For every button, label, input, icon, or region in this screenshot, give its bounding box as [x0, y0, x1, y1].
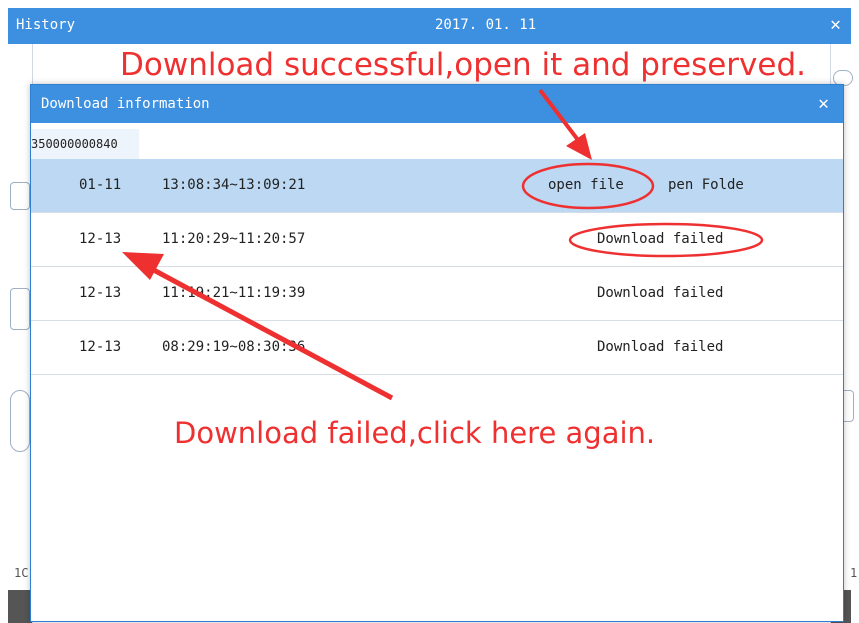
tab-device-id[interactable]: 350000000840: [31, 129, 139, 159]
background-device-icon: [10, 390, 30, 452]
annotation-success-text: Download successful,open it and preserve…: [120, 47, 806, 83]
background-device-icon: [10, 288, 30, 330]
background-device-icon: [10, 182, 30, 210]
table-row[interactable]: 12-13 08:29:19~08:30:36 Download failed: [31, 321, 843, 375]
background-bottom-bar-left: [8, 590, 32, 623]
row-time-range: 11:20:29~11:20:57: [162, 231, 306, 247]
download-list: 01-11 13:08:34~13:09:21 open file pen Fo…: [31, 159, 843, 375]
download-failed-button[interactable]: Download failed: [597, 339, 723, 355]
row-date: 01-11: [79, 177, 122, 193]
history-window-titlebar: History 2017. 01. 11 ✕: [8, 8, 851, 44]
history-window-date: 2017. 01. 11: [435, 17, 537, 33]
open-folder-button[interactable]: pen Folde: [668, 177, 744, 193]
background-left-number: 1C: [14, 566, 29, 580]
open-file-button[interactable]: open file: [548, 177, 624, 193]
row-date: 12-13: [79, 285, 122, 301]
row-date: 12-13: [79, 339, 122, 355]
table-row[interactable]: 12-13 11:19:21~11:19:39 Download failed: [31, 267, 843, 321]
download-failed-button[interactable]: Download failed: [597, 285, 723, 301]
dialog-close-icon[interactable]: ✕: [818, 93, 829, 114]
row-time-range: 08:29:19~08:30:36: [162, 339, 306, 355]
row-date: 12-13: [79, 231, 122, 247]
row-time-range: 13:08:34~13:09:21: [162, 177, 306, 193]
history-close-icon[interactable]: ✕: [830, 14, 841, 35]
list-empty-area: [31, 375, 843, 621]
history-window-title: History: [16, 17, 76, 33]
download-information-dialog: Download information ✕ 350000000840 01-1…: [30, 84, 844, 622]
annotation-failed-text: Download failed,click here again.: [174, 416, 656, 450]
table-row[interactable]: 12-13 11:20:29~11:20:57 Download failed: [31, 213, 843, 267]
dialog-title: Download information: [41, 96, 210, 112]
row-time-range: 11:19:21~11:19:39: [162, 285, 306, 301]
table-row[interactable]: 01-11 13:08:34~13:09:21 open file pen Fo…: [31, 159, 843, 213]
download-failed-button[interactable]: Download failed: [597, 231, 723, 247]
dialog-tab-bar: 350000000840: [31, 123, 843, 159]
background-right-number: 1: [850, 566, 858, 580]
dialog-titlebar: Download information ✕: [31, 85, 843, 123]
